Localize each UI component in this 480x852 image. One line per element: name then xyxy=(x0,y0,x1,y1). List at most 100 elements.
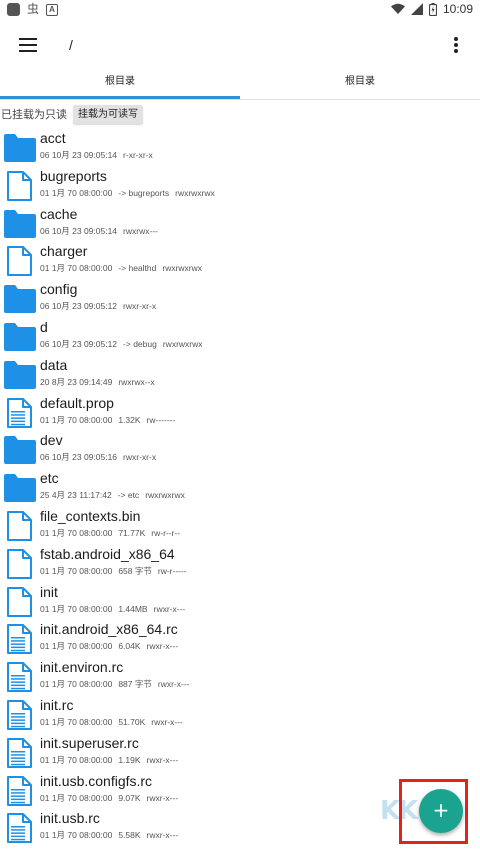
add-button[interactable]: + xyxy=(419,789,463,833)
file-name: charger xyxy=(40,243,88,260)
file-date: 01 1月 70 08:00:00 xyxy=(40,754,113,765)
folder-icon xyxy=(4,284,36,314)
file-name: bugreports xyxy=(40,167,107,184)
file-icon xyxy=(4,246,36,277)
file-row[interactable]: init.superuser.rc 01 1月 70 08:00:00 1.19K r… xyxy=(0,734,480,772)
folder-icon xyxy=(4,435,36,465)
file-date: 01 1月 70 08:00:00 xyxy=(40,792,113,803)
file-meta: 01 1月 70 08:00:00 658 字节 rw-r----- xyxy=(40,565,187,577)
file-row[interactable]: data 20 8月 23 09:14:49 rwxrwx--x xyxy=(0,356,480,394)
tab-root-right[interactable]: 根目录 xyxy=(240,70,480,100)
file-name: default.prop xyxy=(40,394,114,411)
file-meta: 01 1月 70 08:00:00 -> bugreports rwxrwxrwx xyxy=(40,187,215,199)
current-path: / xyxy=(69,37,73,53)
file-meta: 06 10月 23 09:05:14 r-xr-xr-x xyxy=(40,149,153,161)
file-perm: rw-r----- xyxy=(157,565,187,576)
file-row[interactable]: dev 06 10月 23 09:05:16 rwxr-xr-x xyxy=(0,431,480,469)
file-row[interactable]: fstab.android_x86_64 01 1月 70 08:00:00 658… xyxy=(0,545,480,583)
mount-status-row: 已挂载为只读 挂载为可读写 xyxy=(0,104,143,124)
file-perm: rw------- xyxy=(146,414,176,425)
file-date: 01 1月 70 08:00:00 xyxy=(40,603,113,614)
file-extra: 9.07K xyxy=(118,792,141,803)
file-date: 20 8月 23 09:14:49 xyxy=(40,376,113,387)
file-row[interactable]: default.prop 01 1月 70 08:00:00 1.32K rw----… xyxy=(0,394,480,432)
file-date: 01 1月 70 08:00:00 xyxy=(40,679,113,690)
file-extra: -> bugreports xyxy=(118,187,170,198)
file-extra: -> healthd xyxy=(118,263,157,274)
folder-icon xyxy=(4,133,36,163)
file-meta: 01 1月 70 08:00:00 5.58K rwxr-x--- xyxy=(40,829,178,841)
text-file-icon xyxy=(4,813,36,844)
file-meta: 06 10月 23 09:05:14 rwxrwx--- xyxy=(40,225,158,237)
file-meta: 25 4月 23 11:17:42 -> etc rwxrwxrwx xyxy=(40,489,185,501)
file-extra: 1.44MB xyxy=(118,603,148,614)
text-file-icon xyxy=(4,775,36,806)
file-extra: -> debug xyxy=(123,338,157,349)
text-file-icon xyxy=(4,397,36,428)
plus-icon: + xyxy=(432,798,450,822)
file-perm: rwxr-x--- xyxy=(146,754,179,765)
file-date: 06 10月 23 09:05:12 xyxy=(40,301,118,312)
file-perm: rwxr-x--- xyxy=(157,679,190,690)
file-row[interactable]: init.environ.rc 01 1月 70 08:00:00 887 字节 rw… xyxy=(0,658,480,696)
file-perm: rwxrwx--- xyxy=(123,225,158,236)
file-row[interactable]: cache 06 10月 23 09:05:14 rwxrwx--- xyxy=(0,205,480,243)
file-perm: rwxrwx--x xyxy=(118,376,155,387)
file-meta: 06 10月 23 09:05:12 rwxr-xr-x xyxy=(40,300,156,312)
file-extra: 658 字节 xyxy=(118,565,152,576)
file-date: 01 1月 70 08:00:00 xyxy=(40,263,113,274)
file-list: acct 06 10月 23 09:05:14 r-xr-xr-x bugreport… xyxy=(0,129,480,847)
file-name: acct xyxy=(40,130,66,146)
file-perm: rwxrwxrwx xyxy=(175,187,215,198)
file-row[interactable]: init.rc 01 1月 70 08:00:00 51.70K rwxr-x--- xyxy=(0,696,480,734)
more-options-icon[interactable] xyxy=(452,37,460,53)
text-file-icon xyxy=(4,699,36,730)
file-name: d xyxy=(40,318,48,335)
file-extra: 887 字节 xyxy=(118,679,152,690)
battery-icon xyxy=(428,2,437,16)
file-row[interactable]: charger 01 1月 70 08:00:00 -> healthd rwxrwx… xyxy=(0,242,480,280)
file-meta: 01 1月 70 08:00:00 71.77K rw-r--r-- xyxy=(40,527,180,539)
file-meta: 01 1月 70 08:00:00 887 字节 rwxr-x--- xyxy=(40,678,189,690)
bug-notification-icon: 虫 xyxy=(27,2,40,16)
menu-icon[interactable] xyxy=(19,38,37,52)
file-date: 01 1月 70 08:00:00 xyxy=(40,716,113,727)
folder-icon xyxy=(4,473,36,503)
file-name: init.environ.rc xyxy=(40,659,124,676)
file-perm: rwxr-x--- xyxy=(153,603,186,614)
file-row[interactable]: file_contexts.bin 01 1月 70 08:00:00 71.77K… xyxy=(0,507,480,545)
file-row[interactable]: d 06 10月 23 09:05:12 -> debug rwxrwxrwx xyxy=(0,318,480,356)
status-notifications: 虫 A xyxy=(7,2,59,16)
file-perm: rwxr-x--- xyxy=(146,792,179,803)
file-row[interactable]: acct 06 10月 23 09:05:14 r-xr-xr-x xyxy=(0,129,480,167)
file-row[interactable]: init 01 1月 70 08:00:00 1.44MB rwxr-x--- xyxy=(0,583,480,621)
file-row[interactable]: bugreports 01 1月 70 08:00:00 -> bugreports… xyxy=(0,167,480,205)
file-meta: 20 8月 23 09:14:49 rwxrwx--x xyxy=(40,376,155,388)
file-extra: 51.70K xyxy=(118,716,146,727)
file-name: file_contexts.bin xyxy=(40,507,141,524)
tab-bar: 根目录 根目录 xyxy=(0,70,480,100)
mount-rw-button[interactable]: 挂载为可读写 xyxy=(73,104,143,124)
file-row[interactable]: etc 25 4月 23 11:17:42 -> etc rwxrwxrwx xyxy=(0,469,480,507)
file-meta: 01 1月 70 08:00:00 1.44MB rwxr-x--- xyxy=(40,603,185,615)
tab-root-left[interactable]: 根目录 xyxy=(0,70,240,100)
file-row[interactable]: config 06 10月 23 09:05:12 rwxr-xr-x xyxy=(0,280,480,318)
file-row[interactable]: init.android_x86_64.rc 01 1月 70 08:00:00 6… xyxy=(0,620,480,658)
file-perm: rwxr-xr-x xyxy=(123,452,157,463)
file-date: 06 10月 23 09:05:14 xyxy=(40,225,118,236)
file-meta: 01 1月 70 08:00:00 51.70K rwxr-x--- xyxy=(40,716,183,728)
file-meta: 01 1月 70 08:00:00 6.04K rwxr-x--- xyxy=(40,640,178,652)
file-perm: rwxr-x--- xyxy=(151,716,183,727)
file-meta: 01 1月 70 08:00:00 1.19K rwxr-x--- xyxy=(40,754,178,766)
status-system-icons: 10:09 xyxy=(390,2,473,16)
file-name: init.superuser.rc xyxy=(40,734,139,751)
status-time: 10:09 xyxy=(442,2,473,16)
file-extra: 6.04K xyxy=(118,641,141,652)
app-notification-icon xyxy=(7,3,20,16)
file-perm: rwxrwxrwx xyxy=(162,338,203,349)
file-icon xyxy=(4,170,36,201)
file-name: fstab.android_x86_64 xyxy=(40,545,175,562)
folder-icon xyxy=(4,209,36,239)
file-icon xyxy=(4,510,36,541)
wifi-icon xyxy=(390,3,405,14)
